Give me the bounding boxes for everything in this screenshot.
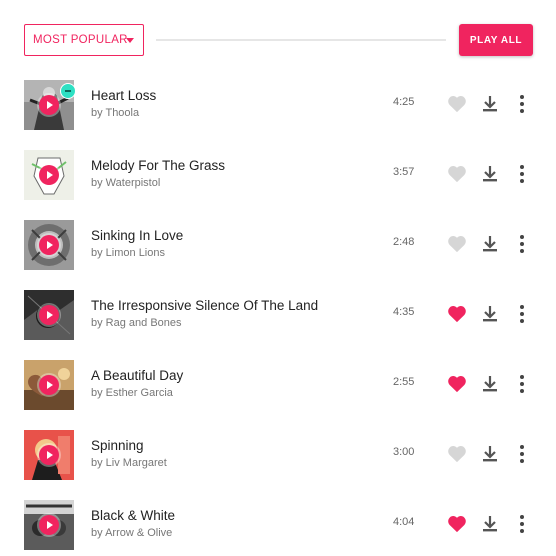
track-cover[interactable] — [24, 150, 74, 200]
download-icon[interactable] — [481, 165, 499, 183]
track-artist[interactable]: by Thoola — [91, 107, 139, 119]
divider — [156, 39, 446, 41]
more-vertical-icon[interactable] — [514, 164, 530, 184]
track-title[interactable]: The Irresponsive Silence Of The Land — [91, 298, 318, 313]
heart-icon[interactable] — [447, 305, 467, 323]
caret-down-icon — [126, 38, 134, 43]
track-row: Melody For The Grass by Waterpistol 3:57 — [0, 138, 556, 208]
more-vertical-icon[interactable] — [514, 94, 530, 114]
track-duration: 2:48 — [393, 236, 415, 248]
track-duration: 3:57 — [393, 166, 415, 178]
download-icon[interactable] — [481, 305, 499, 323]
download-icon[interactable] — [481, 95, 499, 113]
track-duration: 4:04 — [393, 516, 415, 528]
heart-icon[interactable] — [447, 375, 467, 393]
play-icon[interactable] — [39, 445, 59, 465]
play-icon[interactable] — [39, 375, 59, 395]
heart-icon[interactable] — [447, 95, 467, 113]
track-cover[interactable] — [24, 360, 74, 410]
track-duration: 4:35 — [393, 306, 415, 318]
track-cover[interactable] — [24, 220, 74, 270]
track-artist[interactable]: by Arrow & Olive — [91, 527, 172, 539]
track-cover[interactable] — [24, 290, 74, 340]
track-title[interactable]: A Beautiful Day — [91, 368, 183, 383]
track-row: Spinning by Liv Margaret 3:00 — [0, 418, 556, 488]
track-list: Heart Loss by Thoola 4:25 Melody For The… — [0, 68, 556, 556]
more-vertical-icon[interactable] — [514, 374, 530, 394]
track-title[interactable]: Melody For The Grass — [91, 158, 225, 173]
minus-badge-icon[interactable] — [60, 83, 76, 99]
download-icon[interactable] — [481, 235, 499, 253]
track-title[interactable]: Spinning — [91, 438, 144, 453]
track-duration: 4:25 — [393, 96, 415, 108]
track-row: The Irresponsive Silence Of The Land by … — [0, 278, 556, 348]
more-vertical-icon[interactable] — [514, 514, 530, 534]
heart-icon[interactable] — [447, 445, 467, 463]
track-artist[interactable]: by Limon Lions — [91, 247, 165, 259]
play-icon[interactable] — [39, 165, 59, 185]
heart-icon[interactable] — [447, 165, 467, 183]
sort-dropdown-label: MOST POPULAR — [33, 34, 128, 46]
sort-dropdown[interactable]: MOST POPULAR — [24, 24, 144, 56]
download-icon[interactable] — [481, 375, 499, 393]
track-cover[interactable] — [24, 500, 74, 550]
track-row: A Beautiful Day by Esther Garcia 2:55 — [0, 348, 556, 418]
track-artist[interactable]: by Liv Margaret — [91, 457, 167, 469]
track-title[interactable]: Black & White — [91, 508, 175, 523]
play-icon[interactable] — [39, 235, 59, 255]
more-vertical-icon[interactable] — [514, 234, 530, 254]
more-vertical-icon[interactable] — [514, 444, 530, 464]
track-row: Sinking In Love by Limon Lions 2:48 — [0, 208, 556, 278]
track-title[interactable]: Heart Loss — [91, 88, 156, 103]
play-icon[interactable] — [39, 95, 59, 115]
track-cover[interactable] — [24, 430, 74, 480]
track-artist[interactable]: by Esther Garcia — [91, 387, 173, 399]
play-icon[interactable] — [39, 305, 59, 325]
heart-icon[interactable] — [447, 235, 467, 253]
track-artist[interactable]: by Waterpistol — [91, 177, 160, 189]
track-duration: 3:00 — [393, 446, 415, 458]
track-row: Black & White by Arrow & Olive 4:04 — [0, 488, 556, 556]
heart-icon[interactable] — [447, 515, 467, 533]
track-artist[interactable]: by Rag and Bones — [91, 317, 182, 329]
play-all-button[interactable]: PLAY ALL — [459, 24, 533, 56]
download-icon[interactable] — [481, 515, 499, 533]
track-duration: 2:55 — [393, 376, 415, 388]
more-vertical-icon[interactable] — [514, 304, 530, 324]
track-row: Heart Loss by Thoola 4:25 — [0, 68, 556, 138]
download-icon[interactable] — [481, 445, 499, 463]
play-icon[interactable] — [39, 515, 59, 535]
track-title[interactable]: Sinking In Love — [91, 228, 183, 243]
